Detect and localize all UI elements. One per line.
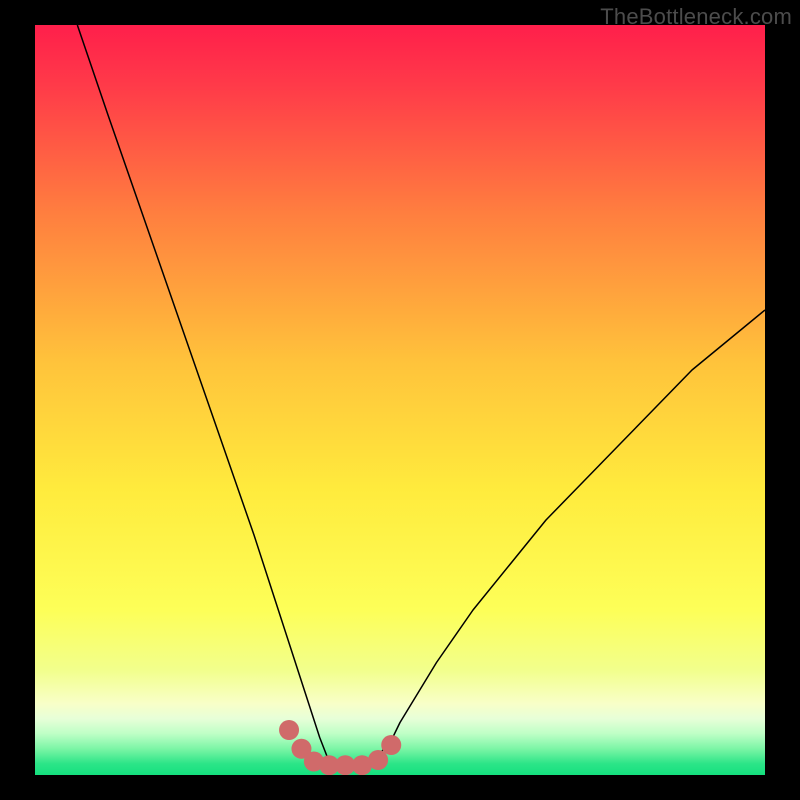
chart-background [35,25,765,775]
chart-frame: TheBottleneck.com [0,0,800,800]
watermark-text: TheBottleneck.com [600,4,792,30]
bottom-dot [381,735,401,755]
plot-area [35,25,765,775]
bottom-dot [279,720,299,740]
chart-svg [35,25,765,775]
bottom-dot [368,750,388,770]
